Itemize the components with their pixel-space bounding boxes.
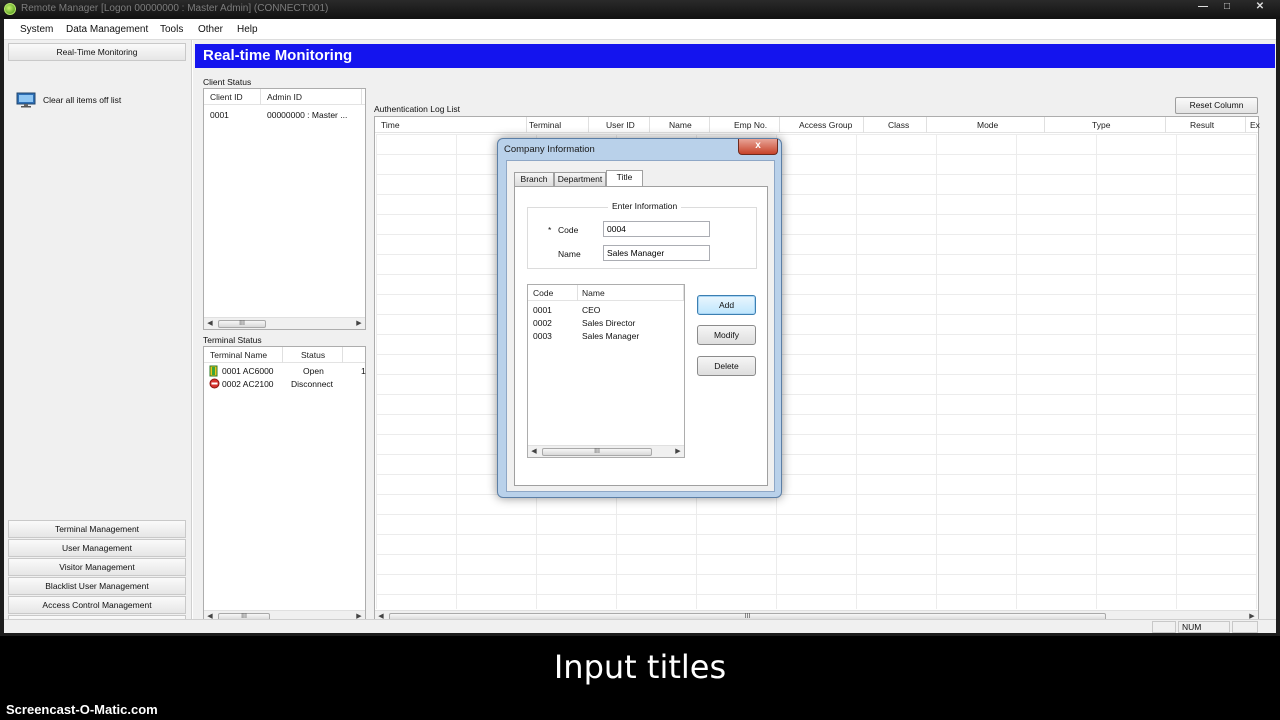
nav-terminal-management[interactable]: Terminal Management — [8, 520, 186, 538]
title-list-scrollbar[interactable]: ◀ III ▶ — [528, 445, 684, 457]
nav-visitor-management[interactable]: Visitor Management — [8, 558, 186, 576]
terminal-name-cell[interactable]: 0001 AC6000 — [222, 366, 274, 376]
add-button[interactable]: Add — [697, 295, 756, 315]
maximize-icon[interactable]: □ — [1216, 0, 1238, 14]
col-class[interactable]: Class — [888, 120, 909, 130]
page-title: Real-time Monitoring — [195, 44, 1275, 68]
terminal-status-label: Terminal Status — [203, 335, 262, 345]
code-label: Code — [558, 225, 579, 235]
title-name-cell[interactable]: Sales Director — [582, 318, 635, 328]
terminal-status-cell: Open — [303, 366, 324, 376]
door-open-icon — [209, 365, 218, 377]
col-type[interactable]: Type — [1092, 120, 1110, 130]
title-code-cell[interactable]: 0003 — [533, 331, 552, 341]
scroll-right-icon[interactable]: ▶ — [353, 318, 365, 329]
watermark: Screencast-O-Matic.com — [6, 702, 158, 717]
num-lock-indicator: NUM — [1178, 621, 1230, 633]
left-nav-panel: Real-Time Monitoring Clear all items off… — [4, 40, 192, 631]
dialog-body: Branch Department Title Enter Informatio… — [506, 160, 775, 492]
delete-button[interactable]: Delete — [697, 356, 756, 376]
disconnect-icon — [209, 378, 220, 389]
col-user-id[interactable]: User ID — [606, 120, 635, 130]
nav-blacklist-user-management[interactable]: Blacklist User Management — [8, 577, 186, 595]
menu-tools[interactable]: Tools — [160, 24, 183, 35]
client-status-scrollbar[interactable]: ◀ III ▶ — [204, 317, 365, 329]
status-bar: NUM — [4, 619, 1276, 633]
title-tab-panel: Enter Information * Code Name Code Name … — [514, 186, 768, 486]
monitor-icon — [16, 92, 36, 108]
close-icon[interactable]: ✕ — [1242, 0, 1278, 14]
client-status-list[interactable]: Client ID Admin ID 0001 00000000 : Maste… — [203, 88, 366, 330]
scroll-thumb[interactable]: III — [218, 320, 266, 328]
scroll-left-icon[interactable]: ◀ — [528, 446, 540, 457]
dialog-close-button[interactable]: x — [738, 139, 778, 155]
menu-data-management[interactable]: Data Management — [66, 24, 148, 35]
terminal-status-cell: Disconnect — [291, 379, 334, 389]
menu-help[interactable]: Help — [237, 24, 258, 35]
required-mark: * — [548, 225, 552, 235]
nav-user-management[interactable]: User Management — [8, 539, 186, 557]
company-information-dialog: Company Information x Branch Department … — [497, 138, 782, 498]
col-terminal-name[interactable]: Terminal Name — [210, 350, 267, 360]
tab-branch[interactable]: Branch — [514, 172, 554, 186]
terminal-status-list[interactable]: Terminal Name Status 0001 AC6000 Open 1 … — [203, 346, 366, 623]
title-bar: Remote Manager [Logon 00000000 : Master … — [0, 0, 1280, 19]
col-emp-no[interactable]: Emp No. — [734, 120, 767, 130]
auth-log-label: Authentication Log List — [374, 104, 461, 114]
col-result[interactable]: Result — [1190, 120, 1214, 130]
tab-department[interactable]: Department — [554, 172, 606, 186]
col-access-group[interactable]: Access Group — [799, 120, 852, 130]
video-caption: Input titles — [553, 648, 727, 686]
title-list-header: Code Name — [528, 285, 684, 301]
terminal-status-header: Terminal Name Status — [204, 347, 365, 363]
menu-other[interactable]: Other — [198, 24, 223, 35]
minimize-icon[interactable]: — — [1192, 0, 1214, 14]
dialog-title: Company Information — [504, 144, 595, 155]
terminal-name-cell[interactable]: 0002 AC2100 — [222, 379, 274, 389]
title-code-cell[interactable]: 0002 — [533, 318, 552, 328]
col-extra[interactable]: Ex — [1250, 120, 1260, 130]
col-time[interactable]: Time — [381, 120, 400, 130]
col-mode[interactable]: Mode — [977, 120, 998, 130]
admin-id-cell[interactable]: 00000000 : Master ... — [267, 110, 347, 120]
menu-bar: System Data Management Tools Other Help — [4, 19, 1276, 40]
tab-title[interactable]: Title — [606, 170, 643, 186]
window-title: Remote Manager [Logon 00000000 : Master … — [21, 3, 329, 14]
status-pane — [1232, 621, 1258, 633]
client-id-cell[interactable]: 0001 — [210, 110, 229, 120]
clear-list-label: Clear all items off list — [43, 95, 122, 105]
title-name-cell[interactable]: Sales Manager — [582, 331, 639, 341]
nav-realtime-monitoring[interactable]: Real-Time Monitoring — [8, 43, 186, 61]
code-field[interactable] — [603, 221, 710, 237]
terminal-extra-cell: 1 — [361, 366, 366, 376]
auth-log-header: Time Terminal User ID Name Emp No. Acces… — [375, 117, 1260, 133]
col-name[interactable]: Name — [669, 120, 692, 130]
col-status[interactable]: Status — [301, 350, 325, 360]
client-status-header: Client ID Admin ID — [204, 89, 365, 105]
scroll-left-icon[interactable]: ◀ — [204, 318, 216, 329]
nav-access-control-management[interactable]: Access Control Management — [8, 596, 186, 614]
col-admin-id[interactable]: Admin ID — [267, 92, 302, 102]
app-window: Remote Manager [Logon 00000000 : Master … — [0, 0, 1280, 636]
name-label: Name — [558, 249, 581, 259]
col-title-name[interactable]: Name — [582, 288, 605, 298]
scroll-right-icon[interactable]: ▶ — [672, 446, 684, 457]
modify-button[interactable]: Modify — [697, 325, 756, 345]
col-client-id[interactable]: Client ID — [210, 92, 243, 102]
name-field[interactable] — [603, 245, 710, 261]
app-icon — [4, 3, 16, 15]
group-legend: Enter Information — [608, 201, 682, 211]
reset-column-button[interactable]: Reset Column — [1175, 97, 1258, 114]
menu-system[interactable]: System — [20, 24, 53, 35]
status-pane — [1152, 621, 1176, 633]
client-status-label: Client Status — [203, 77, 252, 87]
title-list[interactable]: Code Name 0001 CEO 0002 Sales Director 0… — [527, 284, 685, 458]
clear-list-item[interactable]: Clear all items off list — [16, 92, 186, 112]
title-code-cell[interactable]: 0001 — [533, 305, 552, 315]
enter-information-group: Enter Information * Code Name — [527, 201, 757, 269]
col-terminal[interactable]: Terminal — [529, 120, 561, 130]
title-name-cell[interactable]: CEO — [582, 305, 600, 315]
col-code[interactable]: Code — [533, 288, 553, 298]
scroll-thumb[interactable]: III — [542, 448, 652, 456]
